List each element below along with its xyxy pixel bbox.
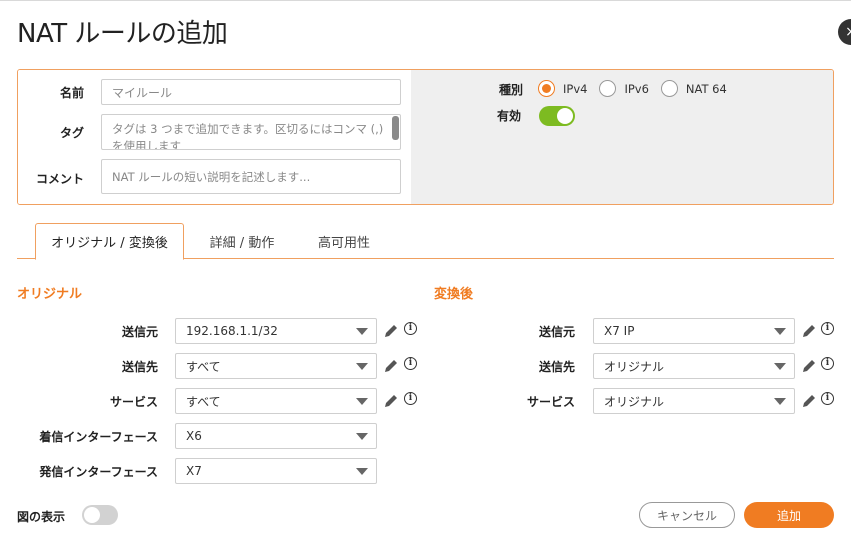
info-icon[interactable]: i — [404, 322, 417, 335]
translated-source-label: 送信元 — [538, 325, 575, 339]
original-service-select[interactable]: すべて — [175, 388, 377, 414]
original-destination-value: すべて — [186, 359, 221, 374]
enabled-toggle-knob — [557, 108, 573, 124]
chevron-down-icon — [356, 468, 368, 475]
translated-service-select[interactable]: オリジナル — [593, 388, 795, 414]
tab-original-translated[interactable]: オリジナル / 変換後 — [35, 223, 184, 260]
original-destination-label: 送信先 — [121, 360, 158, 374]
inbound-interface-label: 着信インターフェース — [39, 430, 158, 444]
radio-ipv4[interactable] — [538, 80, 555, 97]
add-button[interactable]: 追加 — [744, 502, 834, 528]
radio-ipv4-label: IPv4 — [563, 81, 588, 96]
radio-nat64-label: NAT 64 — [685, 81, 727, 96]
pencil-icon[interactable] — [801, 323, 817, 339]
chevron-down-icon — [356, 433, 368, 440]
translated-service-label: サービス — [526, 395, 575, 409]
type-radio-group: IPv4 IPv6 NAT 64 — [538, 80, 739, 97]
radio-ipv6[interactable] — [599, 80, 617, 97]
original-source-select[interactable]: 192.168.1.1/32 — [175, 318, 377, 344]
enabled-label: 有効 — [496, 109, 521, 123]
info-icon[interactable]: i — [821, 392, 834, 405]
comment-label: コメント — [35, 172, 84, 186]
chevron-down-icon — [356, 398, 368, 405]
outbound-interface-label: 発信インターフェース — [39, 465, 158, 479]
translated-service-value: オリジナル — [604, 394, 665, 409]
translated-destination-select[interactable]: オリジナル — [593, 353, 795, 379]
tab-bar: オリジナル / 変換後 詳細 / 動作 高可用性 — [17, 223, 834, 260]
original-service-label: サービス — [109, 395, 158, 409]
name-input[interactable]: マイルール — [101, 79, 401, 105]
chevron-down-icon — [774, 398, 786, 405]
translated-section-title: 変換後 — [434, 287, 474, 302]
translated-source-value: X7 IP — [604, 324, 635, 338]
radio-nat64[interactable] — [660, 80, 678, 97]
outbound-interface-value: X7 — [186, 464, 202, 478]
dialog-title: NAT ルールの追加 — [17, 19, 228, 49]
show-diagram-toggle[interactable] — [82, 505, 118, 525]
tag-label: タグ — [59, 126, 84, 140]
type-settings: 種別 IPv4 IPv6 NAT 64 有効 — [411, 70, 833, 204]
info-icon[interactable]: i — [404, 392, 417, 405]
pencil-icon[interactable] — [383, 393, 399, 409]
name-label: 名前 — [59, 86, 84, 100]
pencil-icon[interactable] — [383, 323, 399, 339]
tab-advanced-action[interactable]: 詳細 / 動作 — [199, 223, 285, 259]
original-destination-select[interactable]: すべて — [175, 353, 377, 379]
general-fields: 名前 マイルール タグ タグは 3 つまで追加できます。区切るにはコンマ (,)… — [18, 70, 411, 204]
tag-scrollbar[interactable] — [392, 116, 399, 140]
chevron-down-icon — [356, 363, 368, 370]
tag-input[interactable]: タグは 3 つまで追加できます。区切るにはコンマ (,) を使用します — [101, 114, 401, 150]
general-panel: 名前 マイルール タグ タグは 3 つまで追加できます。区切るにはコンマ (,)… — [17, 69, 834, 205]
show-diagram-toggle-knob — [84, 507, 100, 523]
inbound-interface-value: X6 — [186, 429, 202, 443]
close-icon[interactable]: × — [838, 19, 851, 45]
chevron-down-icon — [774, 328, 786, 335]
original-service-value: すべて — [186, 394, 221, 409]
translated-destination-value: オリジナル — [604, 359, 665, 374]
comment-input[interactable]: NAT ルールの短い説明を記述します... — [101, 159, 401, 194]
type-label: 種別 — [498, 83, 523, 97]
translated-destination-label: 送信先 — [538, 360, 575, 374]
info-icon[interactable]: i — [821, 357, 834, 370]
original-source-value: 192.168.1.1/32 — [186, 324, 278, 338]
chevron-down-icon — [356, 328, 368, 335]
inbound-interface-select[interactable]: X6 — [175, 423, 377, 449]
info-icon[interactable]: i — [821, 322, 834, 335]
tab-high-availability[interactable]: 高可用性 — [309, 223, 379, 259]
translated-source-select[interactable]: X7 IP — [593, 318, 795, 344]
original-source-label: 送信元 — [121, 325, 158, 339]
pencil-icon[interactable] — [801, 393, 817, 409]
outbound-interface-select[interactable]: X7 — [175, 458, 377, 484]
nat-rule-dialog: NAT ルールの追加 × 名前 マイルール タグ タグは 3 つまで追加できます… — [0, 0, 851, 544]
chevron-down-icon — [774, 363, 786, 370]
pencil-icon[interactable] — [801, 358, 817, 374]
cancel-button[interactable]: キャンセル — [639, 502, 735, 528]
radio-ipv6-label: IPv6 — [624, 81, 649, 96]
enabled-toggle[interactable] — [539, 106, 575, 126]
original-section-title: オリジナル — [17, 287, 83, 302]
info-icon[interactable]: i — [404, 357, 417, 370]
pencil-icon[interactable] — [383, 358, 399, 374]
tag-placeholder: タグは 3 つまで追加できます。区切るにはコンマ (,) を使用します — [112, 122, 384, 150]
show-diagram-label: 図の表示 — [17, 510, 66, 524]
